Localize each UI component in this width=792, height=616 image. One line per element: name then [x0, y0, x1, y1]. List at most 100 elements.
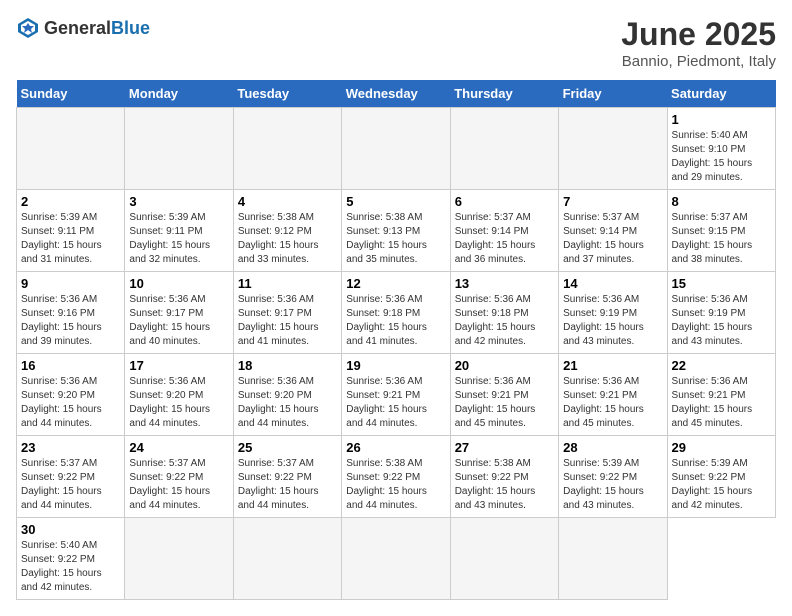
day-number: 6: [455, 194, 554, 209]
calendar-day: 26 Sunrise: 5:38 AMSunset: 9:22 PMDayligh…: [342, 436, 450, 518]
day-number: 20: [455, 358, 554, 373]
day-number: 21: [563, 358, 662, 373]
day-number: 5: [346, 194, 445, 209]
logo-text: GeneralBlue: [44, 18, 150, 39]
calendar-day: 1 Sunrise: 5:40 AMSunset: 9:10 PMDaylight…: [667, 108, 775, 190]
calendar-day: 11Sunrise: 5:36 AMSunset: 9:17 PMDayligh…: [233, 272, 341, 354]
calendar-day: 12Sunrise: 5:36 AMSunset: 9:18 PMDayligh…: [342, 272, 450, 354]
calendar-day: 2 Sunrise: 5:39 AMSunset: 9:11 PMDaylight…: [17, 190, 125, 272]
day-info: Sunrise: 5:37 AMSunset: 9:22 PMDaylight:…: [21, 457, 120, 513]
day-info: Sunrise: 5:36 AMSunset: 9:20 PMDaylight:…: [238, 375, 337, 431]
day-number: 17: [129, 358, 228, 373]
day-number: 10: [129, 276, 228, 291]
day-number: 8: [672, 194, 771, 209]
calendar-day: 5 Sunrise: 5:38 AMSunset: 9:13 PMDaylight…: [342, 190, 450, 272]
calendar-day: [450, 108, 558, 190]
day-info: Sunrise: 5:38 AMSunset: 9:12 PMDaylight:…: [238, 211, 337, 267]
calendar-day: 28 Sunrise: 5:39 AMSunset: 9:22 PMDayligh…: [559, 436, 667, 518]
day-info: Sunrise: 5:36 AMSunset: 9:16 PMDaylight:…: [21, 293, 120, 349]
day-number: 15: [672, 276, 771, 291]
calendar-day: [559, 108, 667, 190]
header: GeneralBlue June 2025 Bannio, Piedmont, …: [16, 16, 776, 70]
calendar-day: 14 Sunrise: 5:36 AMSunset: 9:19 PMDayligh…: [559, 272, 667, 354]
calendar-day: 8Sunrise: 5:37 AMSunset: 9:15 PMDaylight…: [667, 190, 775, 272]
day-info: Sunrise: 5:37 AMSunset: 9:14 PMDaylight:…: [455, 211, 554, 267]
day-number: 27: [455, 440, 554, 455]
day-info: Sunrise: 5:36 AMSunset: 9:21 PMDaylight:…: [563, 375, 662, 431]
day-number: 1: [672, 112, 771, 127]
day-info: Sunrise: 5:36 AMSunset: 9:19 PMDaylight:…: [672, 293, 771, 349]
weekday-header-row: SundayMondayTuesdayWednesdayThursdayFrid…: [17, 80, 776, 108]
day-info: Sunrise: 5:36 AMSunset: 9:17 PMDaylight:…: [129, 293, 228, 349]
day-info: Sunrise: 5:37 AMSunset: 9:22 PMDaylight:…: [129, 457, 228, 513]
calendar-day: 15 Sunrise: 5:36 AMSunset: 9:19 PMDayligh…: [667, 272, 775, 354]
calendar-day: 27Sunrise: 5:38 AMSunset: 9:22 PMDayligh…: [450, 436, 558, 518]
calendar-day: 21 Sunrise: 5:36 AMSunset: 9:21 PMDayligh…: [559, 354, 667, 436]
day-info: Sunrise: 5:37 AMSunset: 9:14 PMDaylight:…: [563, 211, 662, 267]
weekday-header-saturday: Saturday: [667, 80, 775, 108]
calendar-day: 13 Sunrise: 5:36 AMSunset: 9:18 PMDayligh…: [450, 272, 558, 354]
calendar-day: 30 Sunrise: 5:40 AMSunset: 9:22 PMDayligh…: [17, 518, 125, 600]
day-number: 18: [238, 358, 337, 373]
calendar-row: 30 Sunrise: 5:40 AMSunset: 9:22 PMDayligh…: [17, 518, 776, 600]
weekday-header-thursday: Thursday: [450, 80, 558, 108]
calendar-day: 24 Sunrise: 5:37 AMSunset: 9:22 PMDayligh…: [125, 436, 233, 518]
day-info: Sunrise: 5:39 AMSunset: 9:11 PMDaylight:…: [129, 211, 228, 267]
calendar-day: 18 Sunrise: 5:36 AMSunset: 9:20 PMDayligh…: [233, 354, 341, 436]
calendar-day: 29Sunrise: 5:39 AMSunset: 9:22 PMDayligh…: [667, 436, 775, 518]
calendar-row: 23 Sunrise: 5:37 AMSunset: 9:22 PMDayligh…: [17, 436, 776, 518]
calendar-day: [342, 518, 450, 600]
day-info: Sunrise: 5:36 AMSunset: 9:20 PMDaylight:…: [21, 375, 120, 431]
day-info: Sunrise: 5:36 AMSunset: 9:18 PMDaylight:…: [455, 293, 554, 349]
weekday-header-sunday: Sunday: [17, 80, 125, 108]
calendar-day: 10 Sunrise: 5:36 AMSunset: 9:17 PMDayligh…: [125, 272, 233, 354]
calendar-day: [125, 108, 233, 190]
day-info: Sunrise: 5:36 AMSunset: 9:21 PMDaylight:…: [455, 375, 554, 431]
calendar-row: 1 Sunrise: 5:40 AMSunset: 9:10 PMDaylight…: [17, 108, 776, 190]
day-number: 23: [21, 440, 120, 455]
calendar-day: 16Sunrise: 5:36 AMSunset: 9:20 PMDayligh…: [17, 354, 125, 436]
calendar-day: 3 Sunrise: 5:39 AMSunset: 9:11 PMDaylight…: [125, 190, 233, 272]
month-title: June 2025: [621, 16, 776, 53]
day-info: Sunrise: 5:37 AMSunset: 9:22 PMDaylight:…: [238, 457, 337, 513]
day-number: 24: [129, 440, 228, 455]
calendar-table: SundayMondayTuesdayWednesdayThursdayFrid…: [16, 80, 776, 600]
calendar-day: 17 Sunrise: 5:36 AMSunset: 9:20 PMDayligh…: [125, 354, 233, 436]
day-info: Sunrise: 5:39 AMSunset: 9:22 PMDaylight:…: [563, 457, 662, 513]
day-number: 14: [563, 276, 662, 291]
weekday-header-tuesday: Tuesday: [233, 80, 341, 108]
day-info: Sunrise: 5:38 AMSunset: 9:22 PMDaylight:…: [346, 457, 445, 513]
day-info: Sunrise: 5:36 AMSunset: 9:21 PMDaylight:…: [672, 375, 771, 431]
day-info: Sunrise: 5:36 AMSunset: 9:18 PMDaylight:…: [346, 293, 445, 349]
title-area: June 2025 Bannio, Piedmont, Italy: [621, 16, 776, 70]
calendar-row: 16Sunrise: 5:36 AMSunset: 9:20 PMDayligh…: [17, 354, 776, 436]
day-info: Sunrise: 5:39 AMSunset: 9:11 PMDaylight:…: [21, 211, 120, 267]
day-number: 30: [21, 522, 120, 537]
calendar-day: [125, 518, 233, 600]
day-number: 29: [672, 440, 771, 455]
day-info: Sunrise: 5:38 AMSunset: 9:13 PMDaylight:…: [346, 211, 445, 267]
day-number: 13: [455, 276, 554, 291]
weekday-header-friday: Friday: [559, 80, 667, 108]
day-number: 4: [238, 194, 337, 209]
calendar-day: 25Sunrise: 5:37 AMSunset: 9:22 PMDayligh…: [233, 436, 341, 518]
calendar-row: 9Sunrise: 5:36 AMSunset: 9:16 PMDaylight…: [17, 272, 776, 354]
day-info: Sunrise: 5:36 AMSunset: 9:19 PMDaylight:…: [563, 293, 662, 349]
day-number: 2: [21, 194, 120, 209]
calendar-day: 6 Sunrise: 5:37 AMSunset: 9:14 PMDaylight…: [450, 190, 558, 272]
day-number: 28: [563, 440, 662, 455]
calendar-day: [450, 518, 558, 600]
day-number: 26: [346, 440, 445, 455]
calendar-day: 23 Sunrise: 5:37 AMSunset: 9:22 PMDayligh…: [17, 436, 125, 518]
calendar-row: 2 Sunrise: 5:39 AMSunset: 9:11 PMDaylight…: [17, 190, 776, 272]
day-info: Sunrise: 5:36 AMSunset: 9:17 PMDaylight:…: [238, 293, 337, 349]
calendar-day: 7Sunrise: 5:37 AMSunset: 9:14 PMDaylight…: [559, 190, 667, 272]
day-info: Sunrise: 5:40 AMSunset: 9:10 PMDaylight:…: [672, 129, 771, 185]
day-number: 22: [672, 358, 771, 373]
calendar-day: [233, 518, 341, 600]
day-info: Sunrise: 5:40 AMSunset: 9:22 PMDaylight:…: [21, 539, 120, 595]
day-number: 3: [129, 194, 228, 209]
day-number: 19: [346, 358, 445, 373]
day-info: Sunrise: 5:36 AMSunset: 9:20 PMDaylight:…: [129, 375, 228, 431]
calendar-day: [233, 108, 341, 190]
